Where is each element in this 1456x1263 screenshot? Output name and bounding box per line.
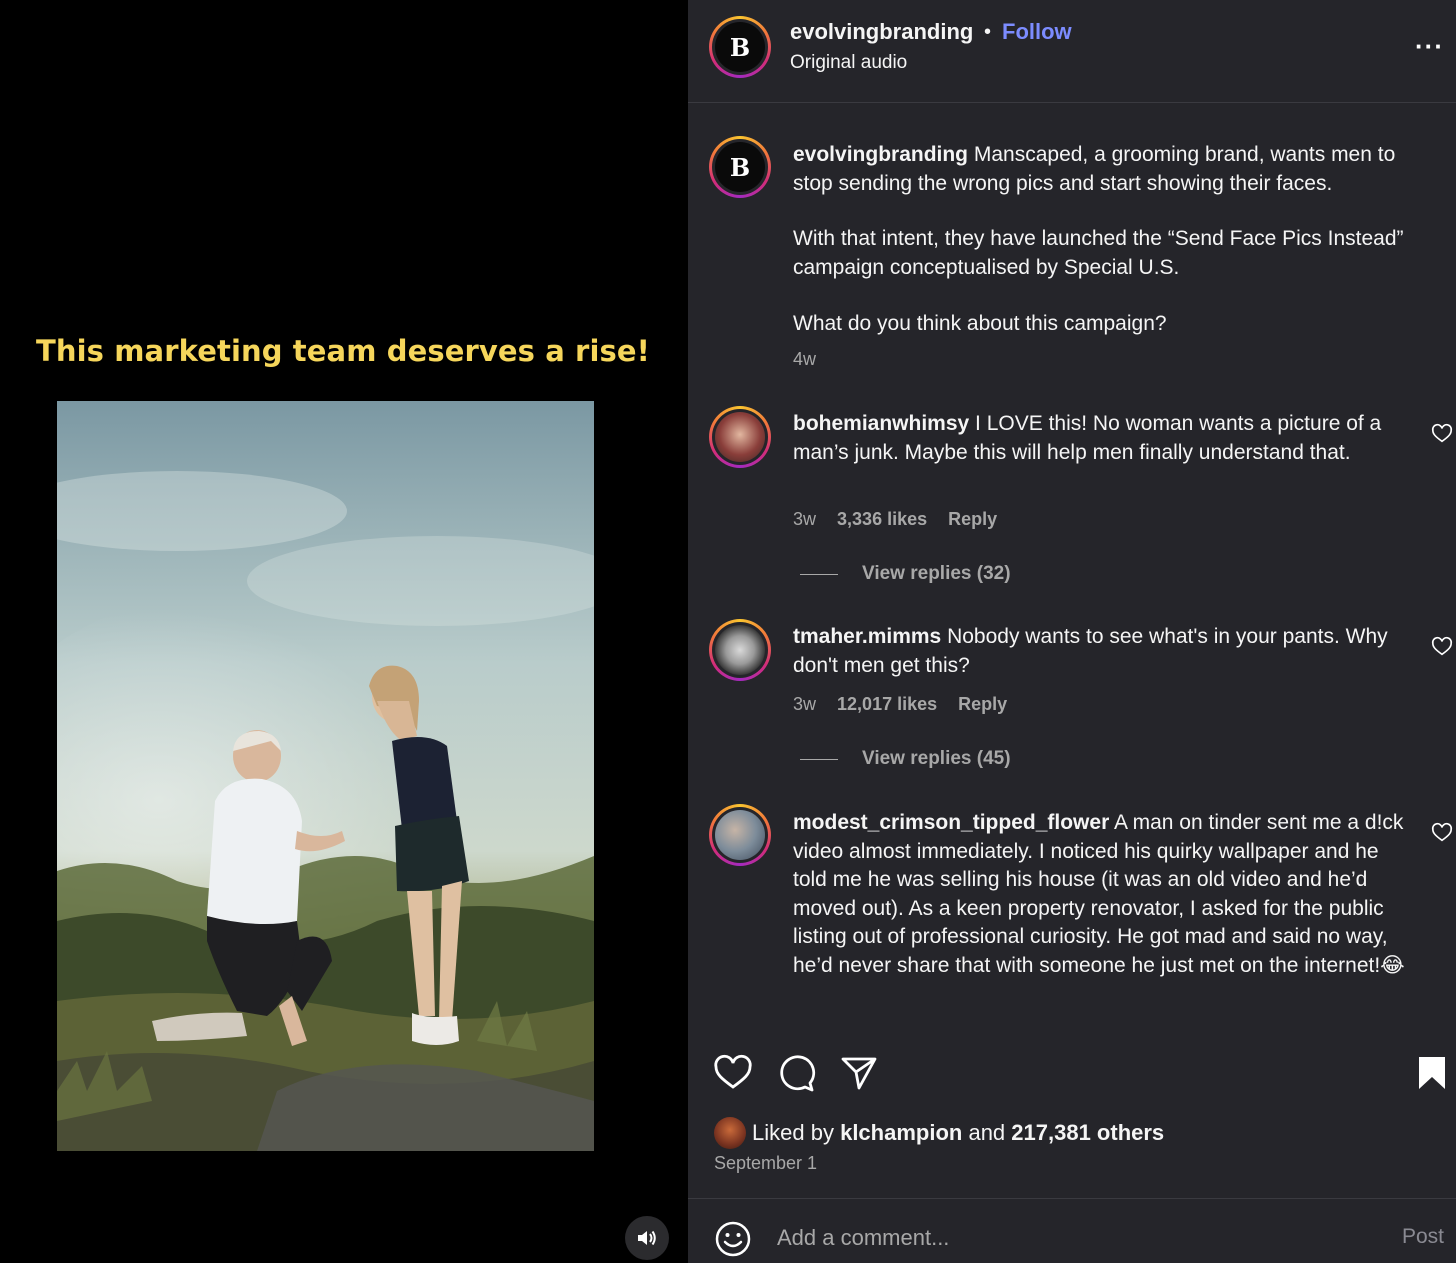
caption-time: 4w bbox=[793, 349, 817, 369]
view-replies-button[interactable]: View replies (45) bbox=[800, 748, 1011, 770]
commenter-avatar[interactable] bbox=[709, 619, 771, 681]
brand-logo: B bbox=[715, 142, 765, 192]
post-actions: Liked by klchampion and 217,381 others S… bbox=[688, 1029, 1456, 1199]
comment-input[interactable] bbox=[777, 1220, 1377, 1256]
comment-time: 3w bbox=[793, 509, 817, 529]
bookmark-icon[interactable] bbox=[1412, 1053, 1452, 1093]
comment-likes[interactable]: 12,017 likes bbox=[837, 694, 937, 714]
audio-label[interactable]: Original audio bbox=[790, 52, 907, 74]
liked-by-row: Liked by klchampion and 217,381 others bbox=[714, 1117, 1164, 1149]
comment-meta: 3w 3,336 likes Reply bbox=[793, 509, 1013, 530]
comment-username[interactable]: modest_crimson_tipped_flower bbox=[793, 811, 1109, 834]
commenter-avatar[interactable] bbox=[709, 406, 771, 468]
liked-user-avatar[interactable] bbox=[714, 1117, 746, 1149]
commenter-avatar[interactable] bbox=[709, 804, 771, 866]
mute-toggle-button[interactable] bbox=[625, 1216, 669, 1260]
add-comment-bar: Post bbox=[688, 1200, 1456, 1263]
comment-likes[interactable]: 3,336 likes bbox=[837, 509, 927, 529]
comment-text: tmaher.mimms Nobody wants to see what's … bbox=[793, 623, 1413, 680]
liked-by-prefix: Liked by bbox=[752, 1120, 834, 1145]
comment-time: 3w bbox=[793, 694, 817, 714]
caption-paragraph-3: What do you think about this campaign? bbox=[793, 312, 1167, 335]
view-replies-label: View replies (32) bbox=[862, 563, 1011, 584]
comment-username[interactable]: tmaher.mimms bbox=[793, 625, 941, 648]
media-panel: This marketing team deserves a rise! bbox=[0, 0, 688, 1263]
video-overlay-caption: This marketing team deserves a rise! bbox=[36, 334, 650, 368]
liked-by-and: and bbox=[968, 1120, 1006, 1145]
commenter-photo bbox=[715, 810, 765, 860]
caption-avatar[interactable]: B bbox=[709, 136, 771, 198]
comment-username[interactable]: bohemianwhimsy bbox=[793, 412, 969, 435]
comment-like-heart-icon[interactable] bbox=[1431, 636, 1453, 658]
view-replies-button[interactable]: View replies (32) bbox=[800, 563, 1011, 585]
liked-by-others[interactable]: 217,381 others bbox=[1011, 1120, 1164, 1146]
brand-logo: B bbox=[715, 22, 765, 72]
post-details-panel: B evolvingbranding • Follow Original aud… bbox=[688, 0, 1456, 1263]
comment-text: bohemianwhimsy I LOVE this! No woman wan… bbox=[793, 410, 1413, 467]
follow-button[interactable]: Follow bbox=[1002, 19, 1072, 45]
post-header: B evolvingbranding • Follow Original aud… bbox=[688, 0, 1456, 103]
author-avatar[interactable]: B bbox=[709, 16, 771, 78]
video-player[interactable] bbox=[57, 401, 594, 1151]
more-options-icon[interactable]: ··· bbox=[1415, 33, 1444, 59]
comment-like-heart-icon[interactable] bbox=[1431, 423, 1453, 445]
comment-meta: 3w 12,017 likes Reply bbox=[793, 694, 1023, 715]
reply-button[interactable]: Reply bbox=[958, 694, 1007, 714]
comment-body: A man on tinder sent me a d!ck video alm… bbox=[793, 811, 1405, 977]
reply-button[interactable]: Reply bbox=[948, 509, 997, 529]
comment-text: modest_crimson_tipped_flower A man on ti… bbox=[793, 809, 1413, 980]
commenter-photo bbox=[715, 625, 765, 675]
caption-text: evolvingbranding Manscaped, a grooming b… bbox=[793, 141, 1413, 198]
comment-icon[interactable] bbox=[776, 1053, 816, 1093]
like-heart-icon[interactable] bbox=[713, 1053, 753, 1093]
video-still-image bbox=[57, 401, 594, 1151]
post-date[interactable]: September 1 bbox=[714, 1153, 817, 1174]
liked-by-user[interactable]: klchampion bbox=[840, 1120, 962, 1146]
author-username[interactable]: evolvingbranding bbox=[790, 19, 973, 45]
comments-list[interactable]: B evolvingbranding Manscaped, a grooming… bbox=[688, 104, 1456, 1029]
comment-like-heart-icon[interactable] bbox=[1431, 822, 1453, 844]
emoji-icon[interactable] bbox=[714, 1220, 752, 1258]
commenter-photo bbox=[715, 412, 765, 462]
replies-divider bbox=[800, 758, 838, 760]
post-comment-button[interactable]: Post bbox=[1402, 1225, 1444, 1249]
separator-dot: • bbox=[984, 21, 992, 43]
replies-divider bbox=[800, 573, 838, 575]
share-paper-plane-icon[interactable] bbox=[839, 1053, 879, 1093]
caption-username[interactable]: evolvingbranding bbox=[793, 143, 968, 166]
view-replies-label: View replies (45) bbox=[862, 748, 1011, 769]
caption-paragraph-2: With that intent, they have launched the… bbox=[793, 227, 1404, 279]
speaker-icon bbox=[638, 1230, 656, 1246]
